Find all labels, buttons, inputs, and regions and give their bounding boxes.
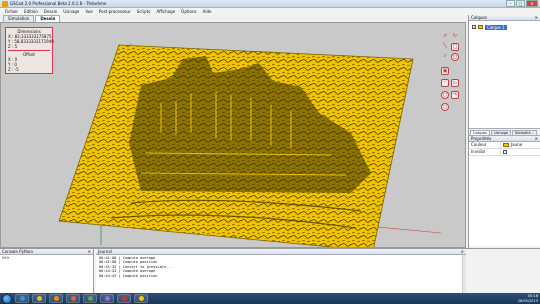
properties-header: Propriétés ✕ — [469, 136, 540, 142]
property-key: Invisibl — [469, 149, 501, 155]
arc-icon[interactable]: ◜ — [441, 79, 449, 87]
property-row: Invisibl — [469, 149, 540, 156]
start-button[interactable] — [2, 293, 12, 304]
menu-vue[interactable]: Vue — [82, 8, 95, 15]
property-value[interactable]: Jaune — [501, 142, 540, 148]
rotate-icon[interactable]: ↻ — [451, 33, 459, 41]
right-panel: Calques ✕ ✓ Calque 1 Calques Usinage Bib… — [468, 15, 540, 248]
tray-date: 26/05/2013 — [517, 298, 538, 303]
taskbar-gscad-icon[interactable] — [134, 294, 148, 303]
tab-bibliotheque[interactable]: Bibliothè... — [512, 130, 537, 135]
color-chip — [503, 143, 509, 147]
taskbar-app-icon[interactable] — [117, 294, 131, 303]
menu-bar: Fichier Edition Dessin Usinage Vue Post-… — [0, 8, 540, 15]
window-controls: – □ ✕ — [506, 0, 538, 7]
property-key: Couleur — [469, 142, 501, 148]
journal-panel: Journal ✕ 00:41:08 | Compute average 00:… — [96, 249, 466, 294]
layers-title: Calques — [471, 15, 487, 20]
taskbar-app-icon[interactable] — [83, 294, 97, 303]
journal-header: Journal ✕ — [96, 249, 466, 255]
maximize-button[interactable]: □ — [516, 0, 525, 7]
right-tabs: Calques Usinage Bibliothè... — [469, 129, 540, 136]
invisible-checkbox[interactable] — [503, 150, 507, 154]
taskbar: 00:16 26/05/2013 — [0, 293, 540, 304]
offset-z: Z : -5 — [8, 67, 19, 72]
journal-title: Journal — [98, 249, 112, 254]
system-tray-clock[interactable]: 00:16 26/05/2013 — [518, 294, 538, 303]
layer-color-swatch — [478, 25, 483, 29]
circle-icon[interactable]: ○ — [441, 91, 449, 99]
layer-row[interactable]: ✓ Calque 1 — [472, 24, 507, 30]
circle-icon[interactable]: ○ — [451, 53, 459, 61]
document-tabs: Simulation Dessin — [0, 15, 466, 22]
python-console: Console Python ✕ >>> — [0, 249, 94, 294]
taskbar-media-icon[interactable] — [49, 294, 63, 303]
close-button[interactable]: ✕ — [526, 0, 538, 7]
tab-calques[interactable]: Calques — [470, 130, 490, 135]
minimize-button[interactable]: – — [506, 0, 515, 7]
menu-affichage[interactable]: Affichage — [153, 8, 178, 15]
window-title: GSCad 2.0 Professional Beta 2.0.1.8 - Th… — [10, 1, 107, 6]
menu-scripts[interactable]: Scripts — [134, 8, 154, 15]
dimensions-panel: Dimensions X : 83,333333175875 Y : 58,83… — [5, 27, 54, 74]
property-value-text: Jaune — [511, 142, 523, 147]
panel-divider — [8, 50, 50, 51]
bottom-panels: Console Python ✕ >>> Journal ✕ 00:41:08 … — [0, 248, 540, 294]
redo-icon[interactable]: ↷ — [451, 91, 459, 99]
menu-dessin[interactable]: Dessin — [41, 8, 60, 15]
line-icon[interactable]: ╲ — [441, 43, 449, 51]
properties-title: Propriétés — [471, 136, 492, 141]
tab-dessin[interactable]: Dessin — [35, 15, 61, 22]
relief-scene — [58, 42, 442, 247]
close-icon[interactable]: ✕ — [88, 249, 91, 255]
taskbar-firefox-icon[interactable] — [66, 294, 80, 303]
circle-icon[interactable]: ○ — [441, 103, 449, 111]
layers-list: ✓ Calque 1 — [469, 21, 540, 129]
taskbar-explorer-icon[interactable] — [15, 294, 29, 303]
python-prompt[interactable]: >>> — [0, 255, 93, 261]
properties-grid: Couleur Jaune Invisibl — [469, 142, 540, 246]
camera-icon[interactable]: ▣ — [441, 67, 449, 75]
python-console-title: Console Python — [2, 249, 34, 254]
tab-usinage[interactable]: Usinage — [490, 130, 512, 135]
menu-fichier[interactable]: Fichier — [2, 8, 21, 15]
menu-options[interactable]: Options — [178, 8, 199, 15]
property-value[interactable] — [501, 149, 540, 155]
close-icon[interactable]: ✕ — [535, 136, 538, 142]
select-icon[interactable]: ➚ — [441, 33, 449, 41]
3d-viewport[interactable]: Dimensions X : 83,333333175875 Y : 58,83… — [0, 22, 466, 248]
journal-line: 00:44:43 | Compute position — [99, 273, 158, 278]
square-icon[interactable]: □ — [451, 43, 459, 51]
layer-name[interactable]: Calque 1 — [485, 24, 507, 30]
menu-aide[interactable]: Aide — [200, 8, 215, 15]
title-bar: GSCad 2.0 Professional Beta 2.0.1.8 - Th… — [0, 0, 540, 8]
taskbar-app-icon[interactable] — [100, 294, 114, 303]
taskbar-folder-icon[interactable] — [32, 294, 46, 303]
layer-visible-checkbox[interactable]: ✓ — [472, 25, 476, 30]
play-icon[interactable]: ▷ — [451, 79, 459, 87]
tab-simulation[interactable]: Simulation — [3, 15, 35, 22]
python-console-header: Console Python ✕ — [0, 249, 93, 255]
journal-lines: 00:41:08 | Compute average 00:41:08 | Co… — [96, 255, 466, 279]
zoom-icon[interactable]: ⌕ — [441, 53, 449, 61]
menu-edition[interactable]: Edition — [21, 8, 41, 15]
menu-post-processeur[interactable]: Post-processeur — [96, 8, 134, 15]
property-row: Couleur Jaune — [469, 142, 540, 149]
menu-usinage[interactable]: Usinage — [60, 8, 82, 15]
journal-scrollbar[interactable] — [462, 255, 466, 294]
app-icon — [2, 1, 8, 7]
dimension-z: Z : 5 — [8, 44, 18, 49]
